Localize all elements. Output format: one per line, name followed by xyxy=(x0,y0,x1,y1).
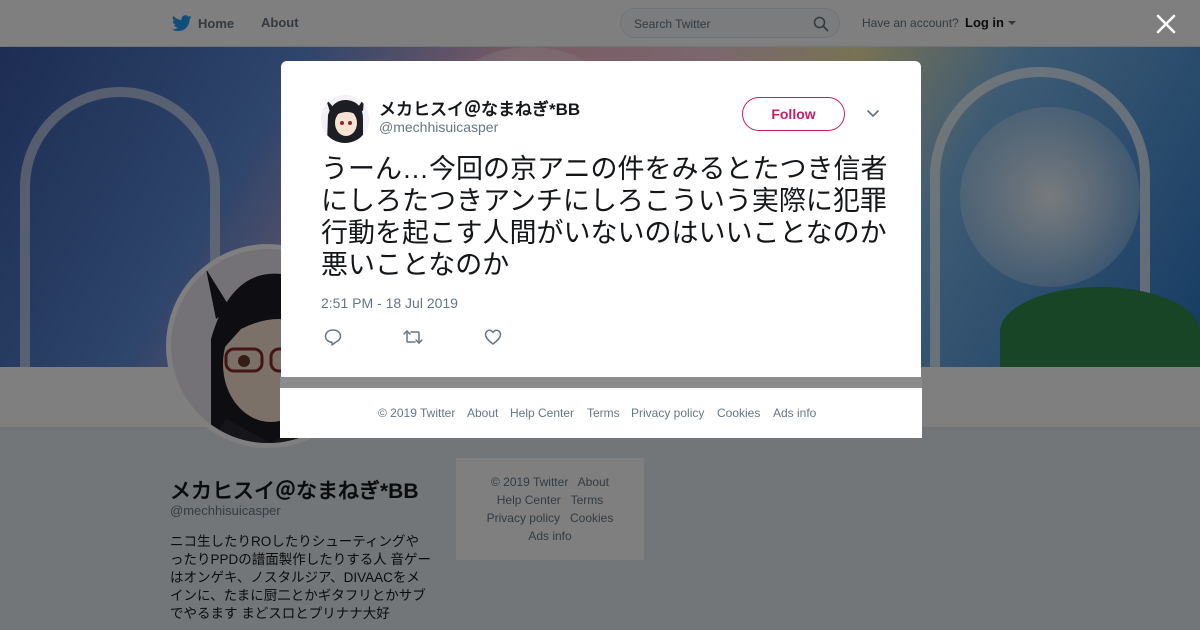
follow-button[interactable]: Follow xyxy=(742,97,845,131)
tweet-text: うーん…今回の京アニの件をみるとたつき信者にしろたつきアンチにしろこういう実際に… xyxy=(321,154,888,280)
modal-footer-terms-link[interactable]: Terms xyxy=(587,406,620,420)
chevron-down-icon[interactable] xyxy=(866,109,880,119)
modal-footer-help-link[interactable]: Help Center xyxy=(510,406,574,420)
modal-footer: © 2019 Twitter About Help Center Terms P… xyxy=(280,388,922,438)
modal-footer-about-link[interactable]: About xyxy=(467,406,498,420)
close-icon[interactable] xyxy=(1155,13,1177,35)
modal-footer-ads-link[interactable]: Ads info xyxy=(773,406,816,420)
tweet-author-handle[interactable]: @mechhisuicasper xyxy=(379,119,498,135)
tweet-timestamp[interactable]: 2:51 PM - 18 Jul 2019 xyxy=(321,295,458,311)
tweet-author-avatar[interactable] xyxy=(321,95,369,143)
retweet-icon[interactable] xyxy=(402,327,424,347)
modal-footer-copyright: © 2019 Twitter xyxy=(378,406,456,420)
reply-icon[interactable] xyxy=(323,327,343,347)
modal-divider xyxy=(280,377,922,388)
tweet-author-name[interactable]: メカヒスイ＠なまねぎ*BB xyxy=(379,95,580,120)
modal-footer-cookies-link[interactable]: Cookies xyxy=(717,406,760,420)
tweet-modal: メカヒスイ＠なまねぎ*BB @mechhisuicasper Follow うー… xyxy=(281,61,921,377)
modal-footer-privacy-link[interactable]: Privacy policy xyxy=(631,406,704,420)
like-icon[interactable] xyxy=(483,327,503,347)
profile-page: Home About Search Twitter Have an accoun… xyxy=(0,0,1200,630)
author-avatar-illustration xyxy=(321,95,369,143)
